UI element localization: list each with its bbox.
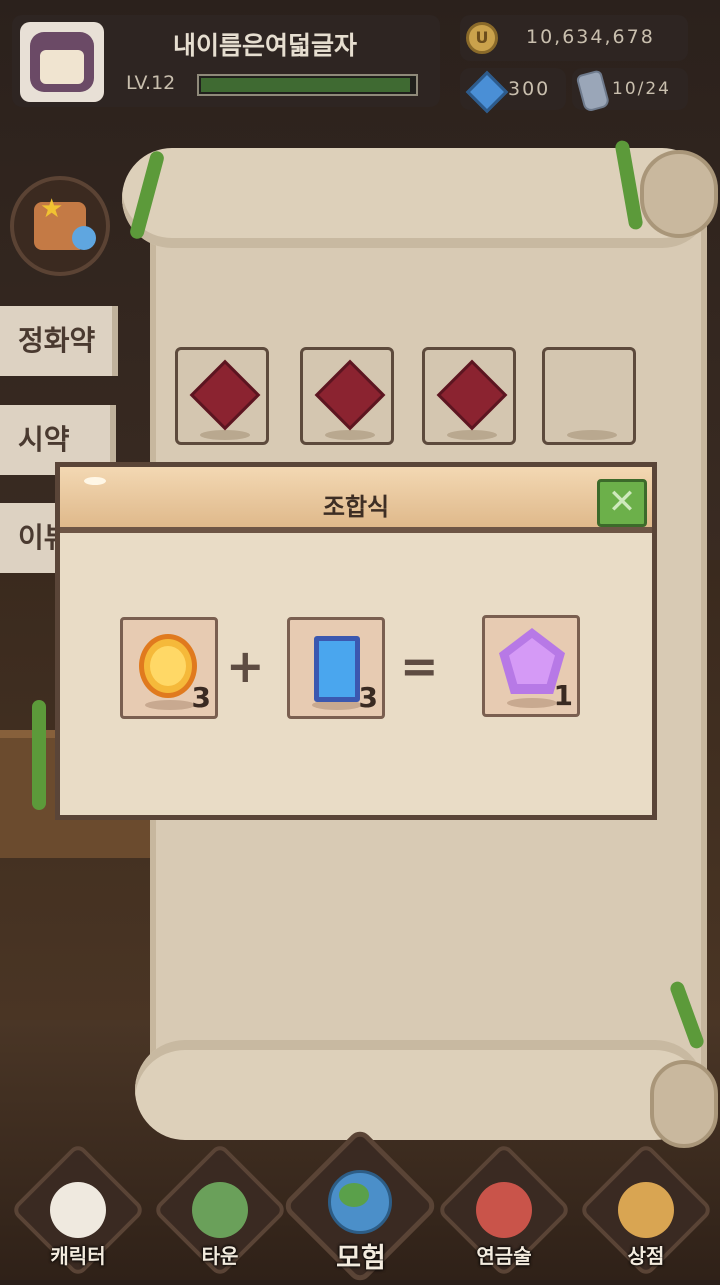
gold-coin-icon: U — [466, 22, 498, 54]
character-icon — [50, 1182, 106, 1238]
robot-face-icon — [40, 50, 84, 84]
gold-coin-icon — [139, 634, 197, 698]
scroll-bottom-end — [650, 1060, 718, 1148]
town-icon — [192, 1182, 248, 1238]
money-bag-icon — [618, 1182, 674, 1238]
recipe-result-slot[interactable]: 1 — [482, 615, 580, 717]
blue-card-icon — [314, 636, 360, 702]
plus-sign: + — [226, 639, 265, 693]
potion-flask-icon — [476, 1182, 532, 1238]
red-gem-icon — [189, 359, 261, 431]
ingredient-quantity: 3 — [358, 681, 378, 714]
vine-decoration — [32, 700, 46, 810]
red-gem-icon — [436, 359, 508, 431]
scroll-top-end — [640, 150, 718, 238]
nav-label: 모험 — [336, 1243, 386, 1274]
close-button[interactable]: ✕ — [597, 479, 647, 527]
nav-adventure[interactable]: 모험 — [280, 1118, 440, 1285]
stamina-amount: 10/24 — [612, 79, 671, 99]
ingredient-quantity: 3 — [191, 681, 211, 714]
nav-alchemy[interactable]: 연금술 — [436, 1142, 572, 1278]
equals-sign: = — [400, 639, 439, 693]
gem-amount: 300 — [508, 78, 551, 100]
inventory-bag-button[interactable]: ★ — [10, 176, 110, 276]
recipe-ingredient-slot[interactable]: 3 — [287, 617, 385, 719]
modal-header: 조합식 ✕ — [60, 467, 652, 533]
red-gem-icon — [314, 359, 386, 431]
ingredient-slot[interactable] — [422, 347, 516, 445]
recipe-ingredient-slot[interactable]: 3 — [120, 617, 218, 719]
globe-icon — [328, 1170, 392, 1234]
modal-title: 조합식 — [322, 493, 390, 521]
gold-amount: 10,634,678 — [526, 26, 655, 48]
nav-shop[interactable]: 상점 — [578, 1142, 714, 1278]
side-tab-purify-potion[interactable]: 정화약 — [0, 306, 118, 376]
flask-icon — [72, 226, 96, 250]
star-icon: ★ — [40, 194, 64, 224]
player-level: LV.12 — [126, 72, 176, 94]
nav-label: 캐릭터 — [50, 1244, 106, 1268]
ingredient-slot[interactable] — [300, 347, 394, 445]
nav-character[interactable]: 캐릭터 — [10, 1142, 146, 1278]
xp-bar-fill — [201, 78, 410, 92]
player-name: 내이름은여덟글자 — [172, 31, 357, 60]
xp-bar — [197, 74, 418, 96]
recipe-modal: 조합식 ✕ 3 + 3 = 1 — [55, 462, 657, 820]
avatar[interactable] — [20, 22, 104, 102]
ingredient-slot-empty[interactable] — [542, 347, 636, 445]
result-quantity: 1 — [553, 679, 573, 712]
nav-label: 타운 — [201, 1244, 239, 1268]
nav-town[interactable]: 타운 — [152, 1142, 288, 1278]
nav-label: 상점 — [627, 1244, 665, 1268]
ingredient-slot[interactable] — [175, 347, 269, 445]
nav-label: 연금술 — [476, 1244, 532, 1268]
